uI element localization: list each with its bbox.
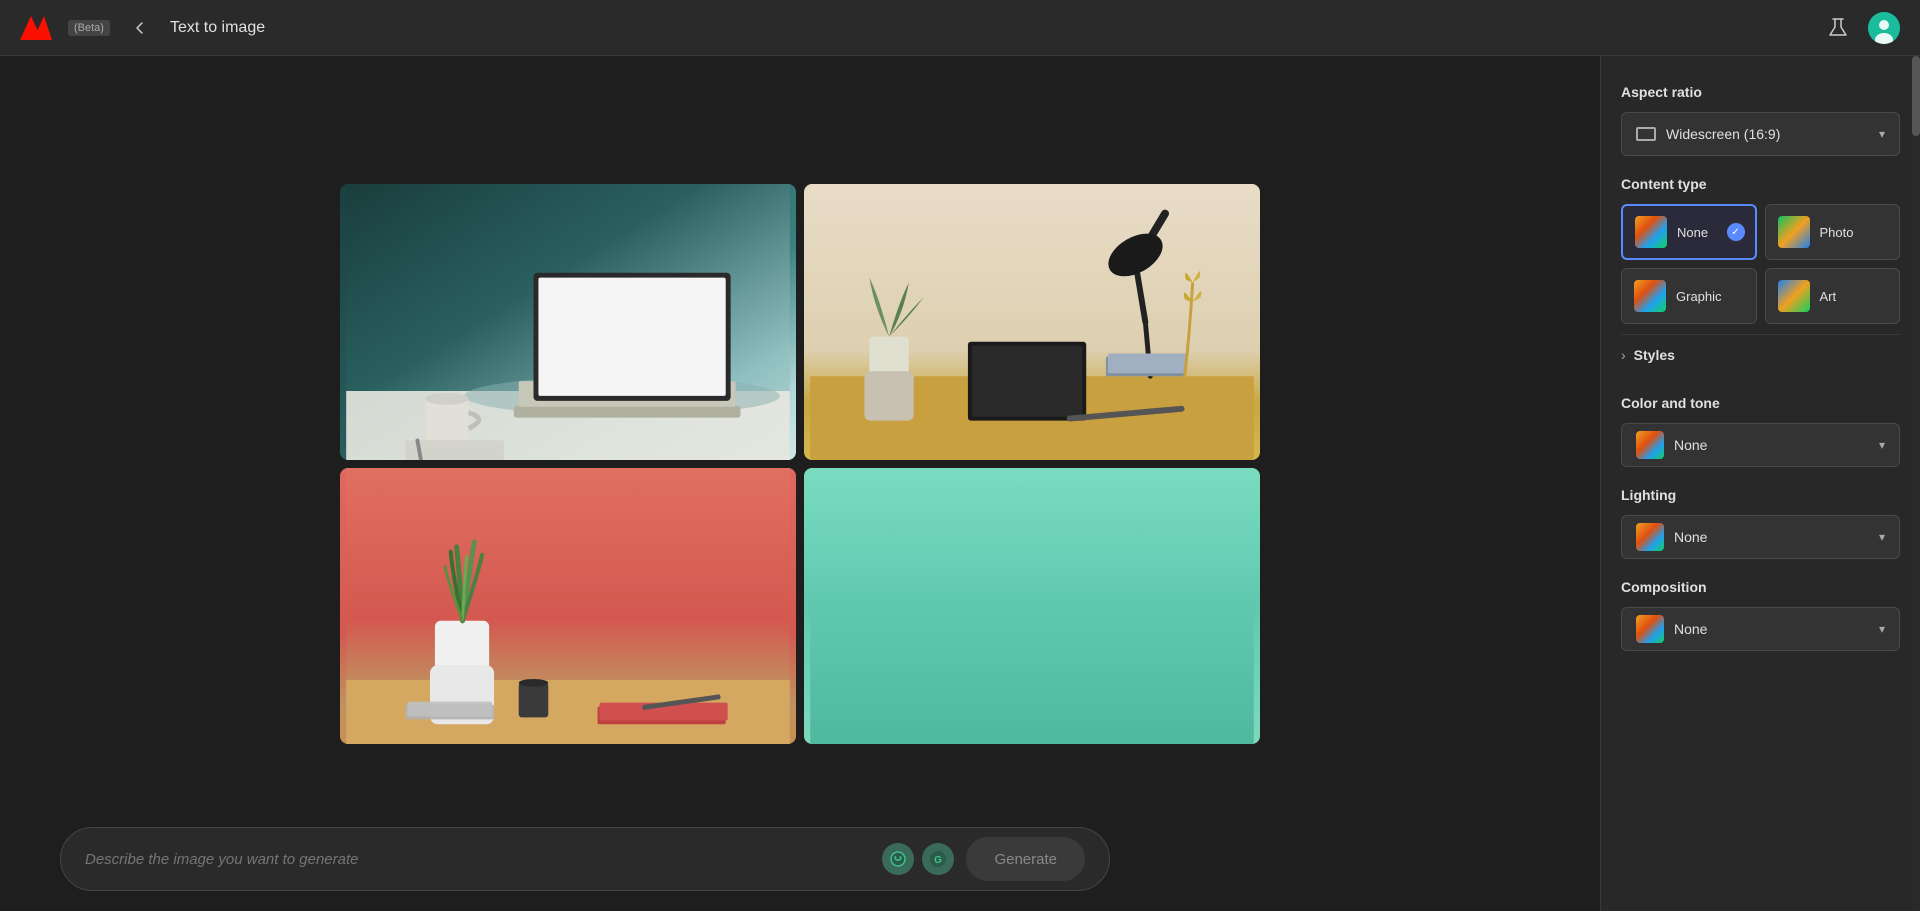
back-button[interactable]: [126, 14, 154, 42]
image-scene-4: [804, 468, 1260, 744]
content-type-art[interactable]: Art: [1765, 268, 1901, 324]
content-type-art-label: Art: [1820, 289, 1837, 304]
aspect-ratio-dropdown[interactable]: Widescreen (16:9) ▾: [1621, 112, 1900, 156]
content-type-photo-label: Photo: [1820, 225, 1854, 240]
check-icon: ✓: [1727, 223, 1745, 241]
content-type-grid: None ✓ Photo Graphic Art: [1621, 204, 1900, 324]
lighting-dropdown[interactable]: None ▾: [1621, 515, 1900, 559]
composition-label: Composition: [1621, 579, 1900, 595]
generate-button[interactable]: Generate: [966, 837, 1085, 881]
scrollbar-thumb[interactable]: [1912, 56, 1920, 136]
aspect-ratio-label: Aspect ratio: [1621, 84, 1900, 100]
grammar-icon[interactable]: G: [922, 843, 954, 875]
lighting-chevron-down-icon: ▾: [1879, 530, 1885, 544]
color-and-tone-label: Color and tone: [1621, 395, 1900, 411]
main-layout: G Generate Aspect ratio Widescreen (16:9…: [0, 56, 1920, 911]
styles-label: Styles: [1634, 347, 1675, 363]
header-actions: [1824, 12, 1900, 44]
color-and-tone-chevron-down-icon: ▾: [1879, 438, 1885, 452]
prompt-icons: G: [882, 843, 954, 875]
composition-dropdown[interactable]: None ▾: [1621, 607, 1900, 651]
generated-image-2[interactable]: [804, 184, 1260, 460]
widescreen-icon: [1636, 127, 1656, 141]
adobe-logo: [20, 16, 52, 40]
flask-icon[interactable]: [1824, 14, 1852, 42]
image-scene-2: [804, 184, 1260, 460]
beta-badge: (Beta): [68, 20, 110, 36]
aspect-ratio-chevron-down-icon: ▾: [1879, 127, 1885, 141]
scrollbar-track: [1912, 56, 1920, 911]
prompt-bar: G Generate: [60, 827, 1110, 891]
user-avatar[interactable]: [1868, 12, 1900, 44]
prompt-input[interactable]: [85, 851, 870, 868]
content-area: G Generate: [0, 56, 1600, 911]
generated-image-3[interactable]: [340, 468, 796, 744]
emoji-icon[interactable]: [882, 843, 914, 875]
generated-image-1[interactable]: [340, 184, 796, 460]
content-type-none[interactable]: None ✓: [1621, 204, 1757, 260]
lighting-value: None: [1674, 529, 1869, 545]
lighting-label: Lighting: [1621, 487, 1900, 503]
composition-value: None: [1674, 621, 1869, 637]
prompt-area: G Generate: [60, 827, 1110, 891]
composition-thumb: [1636, 615, 1664, 643]
image-scene-3: [340, 468, 796, 744]
color-and-tone-value: None: [1674, 437, 1869, 453]
composition-chevron-down-icon: ▾: [1879, 622, 1885, 636]
styles-chevron-right-icon: ›: [1621, 347, 1626, 363]
content-type-graphic-thumb: [1634, 280, 1666, 312]
svg-text:G: G: [935, 855, 943, 866]
right-panel: Aspect ratio Widescreen (16:9) ▾ Content…: [1600, 56, 1920, 911]
aspect-ratio-value: Widescreen (16:9): [1666, 126, 1869, 142]
content-type-label: Content type: [1621, 176, 1900, 192]
image-scene-1: [340, 184, 796, 460]
styles-row[interactable]: › Styles: [1621, 334, 1900, 375]
color-and-tone-dropdown[interactable]: None ▾: [1621, 423, 1900, 467]
content-type-none-label: None: [1677, 225, 1708, 240]
image-grid: [340, 184, 1260, 744]
adobe-icon: [20, 16, 52, 40]
content-type-art-thumb: [1778, 280, 1810, 312]
content-type-photo-thumb: [1778, 216, 1810, 248]
content-type-photo[interactable]: Photo: [1765, 204, 1901, 260]
content-type-graphic-label: Graphic: [1676, 289, 1722, 304]
back-arrow-icon: [132, 20, 148, 36]
content-type-none-thumb: [1635, 216, 1667, 248]
color-and-tone-thumb: [1636, 431, 1664, 459]
lighting-thumb: [1636, 523, 1664, 551]
content-type-graphic[interactable]: Graphic: [1621, 268, 1757, 324]
header: (Beta) Text to image: [0, 0, 1920, 56]
page-title: Text to image: [170, 19, 265, 37]
generated-image-4[interactable]: [804, 468, 1260, 744]
